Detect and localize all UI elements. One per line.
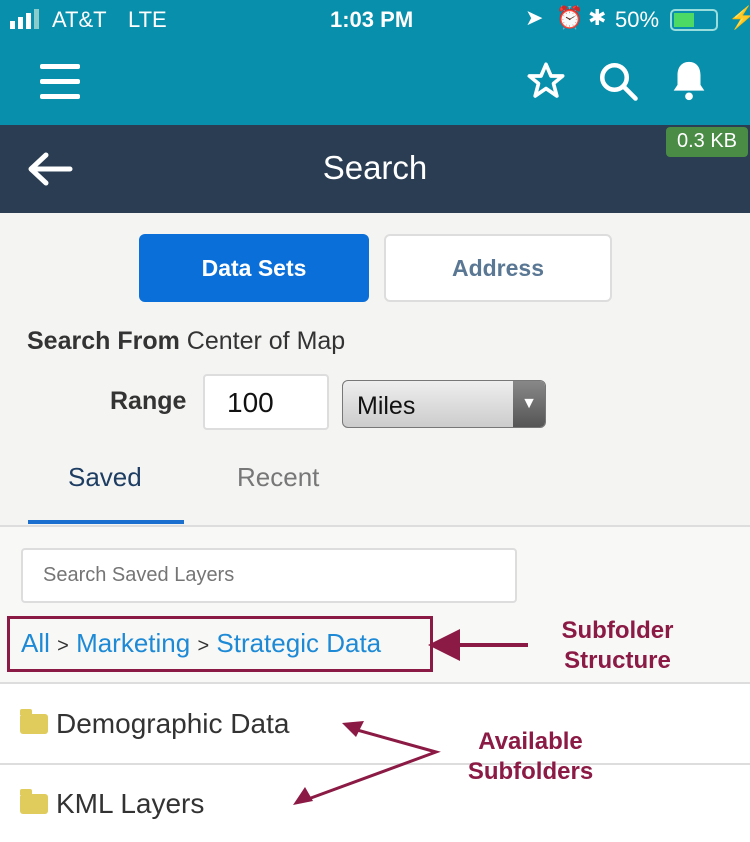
data-usage-badge: 0.3 KB	[666, 127, 748, 157]
breadcrumb-marketing[interactable]: Marketing	[76, 628, 190, 658]
folder-name: Demographic Data	[56, 707, 290, 739]
carrier: AT&T	[52, 7, 107, 32]
unit-value: Miles	[357, 392, 416, 420]
menu-icon[interactable]	[40, 64, 80, 99]
search-saved-layers-input[interactable]	[21, 548, 517, 603]
folder-row[interactable]: Demographic Data	[0, 682, 750, 763]
time: 1:03 PM	[330, 7, 414, 32]
annotation-available-subfolders: Available Subfolders	[467, 728, 594, 785]
battery-percent: 50%	[615, 7, 660, 32]
star-icon[interactable]	[526, 60, 566, 102]
page-title: Search	[322, 149, 428, 186]
breadcrumb-separator: >	[57, 635, 69, 657]
search-from: Search From Center of Map	[27, 327, 345, 356]
chevron-down-icon: ▼	[513, 381, 545, 427]
folder-icon	[20, 708, 48, 734]
search-from-label: Search From	[27, 327, 180, 355]
search-icon[interactable]	[597, 60, 639, 102]
page-header: Search 0.3 KB	[0, 125, 750, 213]
location-icon: ➤	[525, 5, 544, 30]
active-tab-indicator	[28, 520, 184, 524]
folder-row[interactable]: KML Layers	[0, 763, 750, 842]
breadcrumb-all[interactable]: All	[21, 628, 50, 658]
annotation-subfolder-structure: Subfolder Structure	[561, 617, 674, 674]
search-from-value[interactable]: Center of Map	[187, 327, 345, 355]
tab-recent[interactable]: Recent	[237, 462, 319, 493]
battery-icon	[670, 9, 718, 31]
range-input[interactable]: 100	[203, 374, 329, 430]
address-button[interactable]: Address	[384, 234, 612, 302]
data-sets-button[interactable]: Data Sets	[139, 234, 369, 302]
app-bar	[0, 40, 750, 125]
tab-saved[interactable]: Saved	[68, 462, 142, 493]
folder-icon	[20, 788, 48, 814]
breadcrumb-strategic-data: Strategic Data	[216, 628, 382, 658]
bell-icon[interactable]	[666, 58, 712, 104]
unit-select[interactable]: Miles ▼	[342, 380, 546, 428]
status-bar: AT&T LTE 1:03 PM ➤ ⏰ ✱ 50% ⚡	[0, 0, 750, 40]
alarm-icon: ⏰	[556, 5, 584, 30]
folder-name: KML Layers	[56, 787, 205, 819]
bluetooth-icon: ✱	[588, 5, 607, 30]
range-label: Range	[110, 387, 187, 415]
breadcrumb-separator: >	[197, 635, 210, 657]
breadcrumb: All > Marketing > Strategic Data	[7, 616, 433, 672]
network: LTE	[128, 7, 167, 32]
signal-icon	[10, 9, 39, 29]
charging-icon: ⚡	[728, 5, 750, 30]
